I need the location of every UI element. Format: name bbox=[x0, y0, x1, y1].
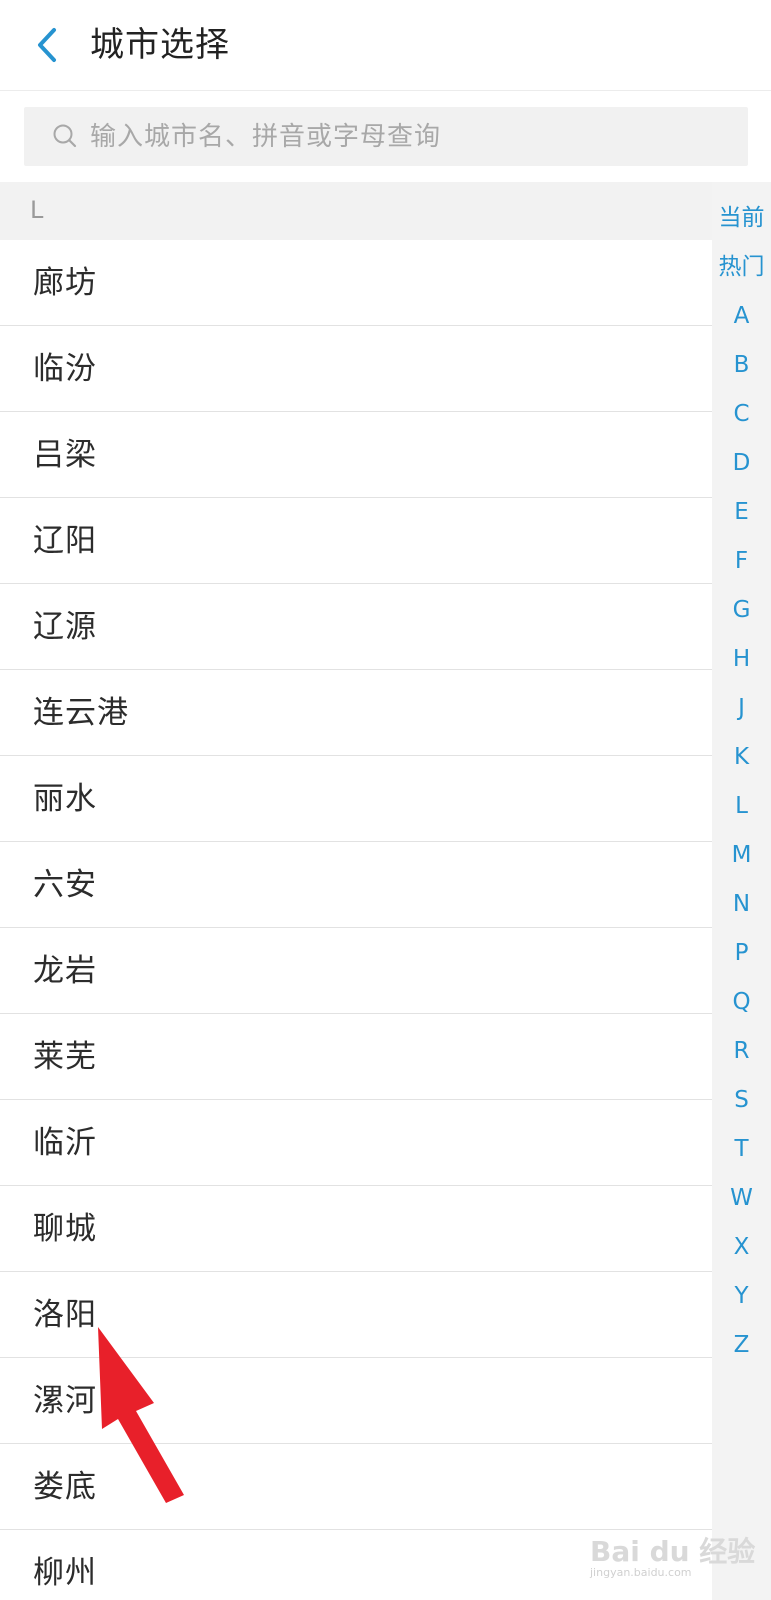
city-item[interactable]: 连云港 bbox=[0, 670, 712, 756]
city-item[interactable]: 吕梁 bbox=[0, 412, 712, 498]
index-letter[interactable]: Q bbox=[712, 987, 771, 1017]
search-box[interactable] bbox=[24, 107, 748, 166]
index-letter[interactable]: L bbox=[712, 791, 771, 821]
index-current[interactable]: 当前 bbox=[712, 203, 771, 233]
index-letter[interactable]: G bbox=[712, 595, 771, 625]
header-bar: 城市选择 bbox=[0, 0, 771, 91]
city-name: 连云港 bbox=[33, 695, 129, 731]
baidu-watermark: Bai du 经验 jingyan.baidu.com bbox=[590, 1530, 760, 1580]
city-item[interactable]: 莱芜 bbox=[0, 1014, 712, 1100]
city-name: 娄底 bbox=[33, 1469, 97, 1505]
chevron-left-icon[interactable] bbox=[30, 24, 70, 66]
city-name: 龙岩 bbox=[33, 953, 97, 989]
index-letter[interactable]: W bbox=[712, 1183, 771, 1213]
index-hot[interactable]: 热门 bbox=[712, 252, 771, 282]
city-name: 聊城 bbox=[33, 1211, 97, 1247]
index-letter[interactable]: B bbox=[712, 350, 771, 380]
watermark-brand: Bai du 经验 bbox=[590, 1535, 756, 1568]
index-letter[interactable]: T bbox=[712, 1134, 771, 1164]
city-item[interactable]: 辽源 bbox=[0, 584, 712, 670]
section-header: L bbox=[0, 182, 712, 240]
annotation-arrow-icon bbox=[98, 1327, 184, 1503]
city-item[interactable]: 临沂 bbox=[0, 1100, 712, 1186]
index-letter[interactable]: C bbox=[712, 399, 771, 429]
section-letter: L bbox=[30, 196, 44, 224]
index-letter[interactable]: E bbox=[712, 497, 771, 527]
city-item[interactable]: 龙岩 bbox=[0, 928, 712, 1014]
city-item[interactable]: 廊坊 bbox=[0, 240, 712, 326]
city-name: 临沂 bbox=[33, 1125, 97, 1161]
city-name: 辽源 bbox=[33, 609, 97, 645]
city-item[interactable]: 六安 bbox=[0, 842, 712, 928]
city-name: 漯河 bbox=[33, 1383, 97, 1419]
index-letter[interactable]: H bbox=[712, 644, 771, 674]
city-item[interactable]: 聊城 bbox=[0, 1186, 712, 1272]
city-name: 柳州 bbox=[33, 1555, 97, 1591]
city-item[interactable]: 临汾 bbox=[0, 326, 712, 412]
index-letter[interactable]: Z bbox=[712, 1330, 771, 1360]
index-letter[interactable]: X bbox=[712, 1232, 771, 1262]
index-letter[interactable]: A bbox=[712, 301, 771, 331]
index-letter[interactable]: R bbox=[712, 1036, 771, 1066]
search-icon bbox=[53, 124, 77, 148]
city-name: 莱芜 bbox=[33, 1039, 97, 1075]
index-letter[interactable]: K bbox=[712, 742, 771, 772]
index-letter[interactable]: M bbox=[712, 840, 771, 870]
city-item[interactable]: 辽阳 bbox=[0, 498, 712, 584]
search-input[interactable] bbox=[90, 107, 730, 166]
index-letter[interactable]: S bbox=[712, 1085, 771, 1115]
index-letter[interactable]: Y bbox=[712, 1281, 771, 1311]
alphabet-index-bar[interactable]: 当前 热门 A B C D E F G H J K L M N P Q R S … bbox=[712, 182, 771, 1600]
city-item[interactable]: 丽水 bbox=[0, 756, 712, 842]
city-name: 临汾 bbox=[33, 351, 97, 387]
city-name: 六安 bbox=[33, 867, 97, 903]
city-name: 吕梁 bbox=[33, 437, 97, 473]
index-letter[interactable]: D bbox=[712, 448, 771, 478]
index-letter[interactable]: P bbox=[712, 938, 771, 968]
page-title: 城市选择 bbox=[90, 25, 230, 65]
index-letter[interactable]: N bbox=[712, 889, 771, 919]
index-letter[interactable]: F bbox=[712, 546, 771, 576]
city-name: 辽阳 bbox=[33, 523, 97, 559]
city-name: 洛阳 bbox=[33, 1297, 97, 1333]
index-letter[interactable]: J bbox=[712, 693, 771, 723]
city-name: 廊坊 bbox=[33, 265, 97, 301]
city-name: 丽水 bbox=[33, 781, 97, 817]
